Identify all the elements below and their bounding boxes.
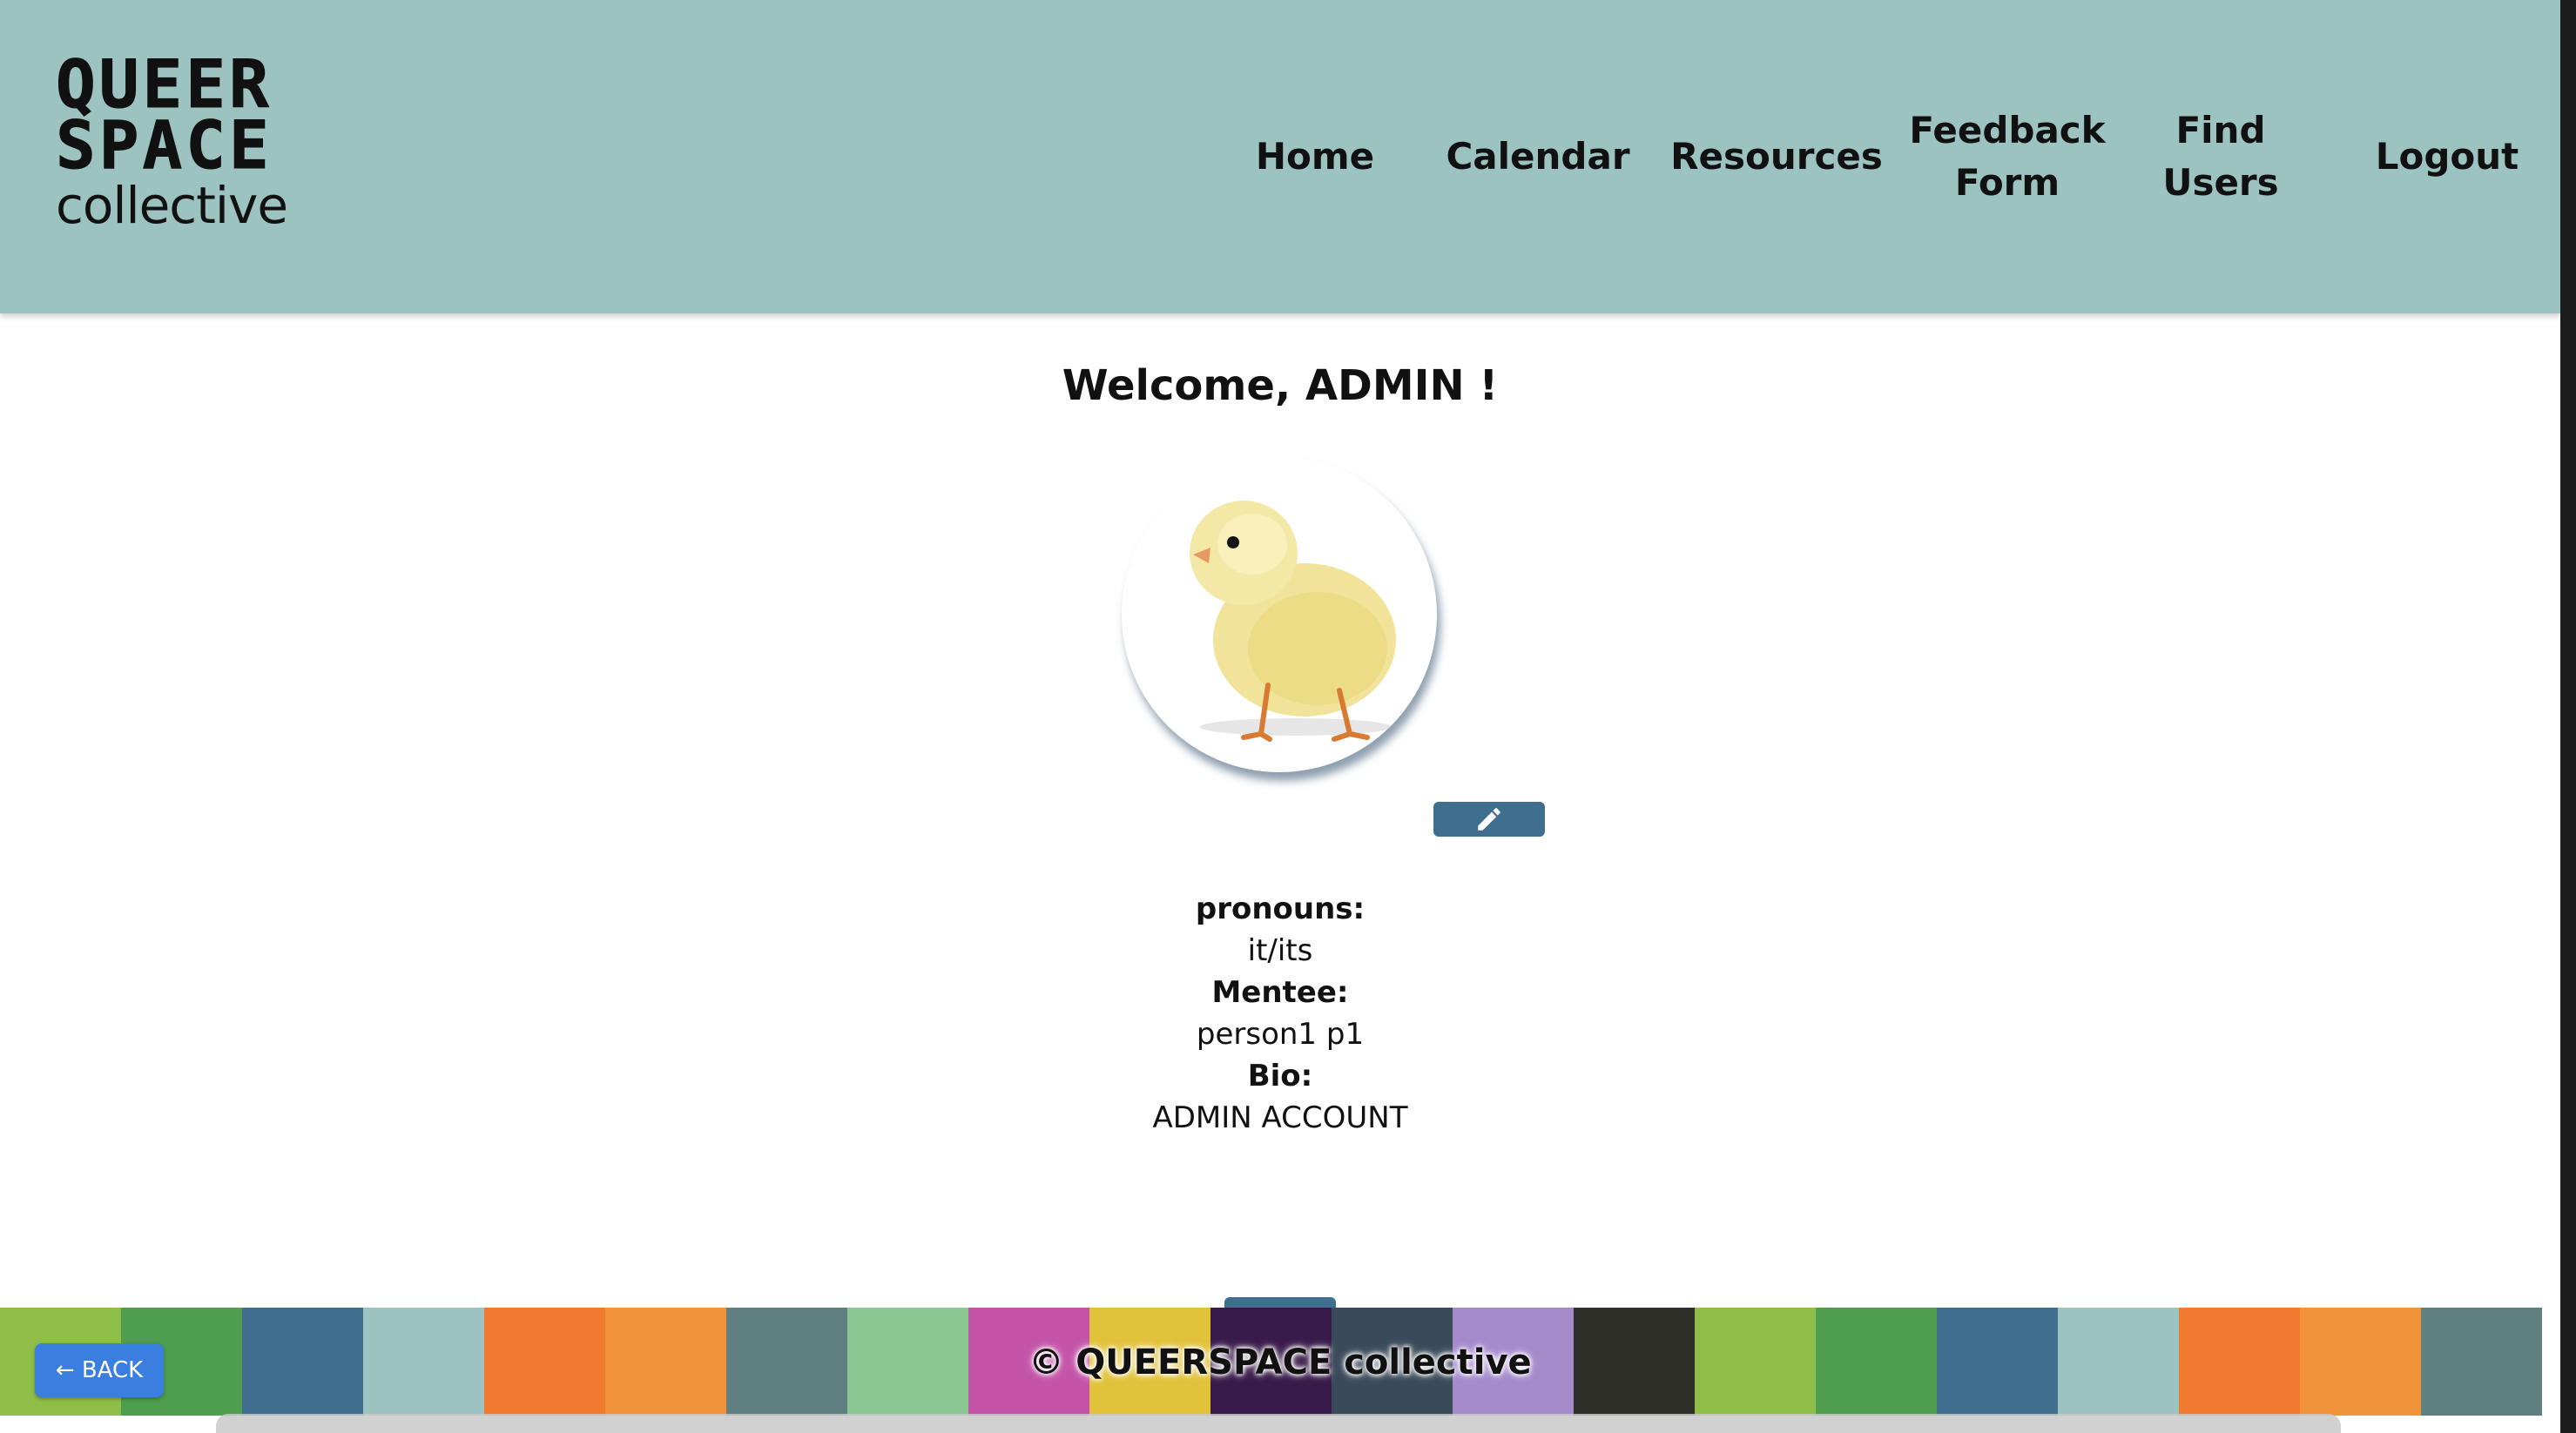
- nav-calendar[interactable]: Calendar: [1446, 0, 1629, 313]
- copyright-text: © QUEERSPACE collective: [1028, 1342, 1532, 1383]
- edit-profile-button[interactable]: [1433, 802, 1545, 837]
- mentee-value: person1 p1: [1196, 1017, 1365, 1052]
- welcome-heading: Welcome, ADMIN !: [1062, 361, 1499, 410]
- pronouns-value: it/its: [1247, 933, 1313, 968]
- queerspace-logo[interactable]: QUEER SPACE collective: [56, 50, 317, 246]
- back-button[interactable]: ← BACK: [35, 1343, 164, 1397]
- nav-find-users[interactable]: Find Users: [2151, 0, 2290, 313]
- logo-line-2: SPACE: [56, 106, 273, 184]
- mentee-label: Mentee:: [1211, 975, 1349, 1010]
- site-header: QUEER SPACE collective Home Calendar Res…: [0, 0, 2560, 313]
- pronouns-label: pronouns:: [1195, 891, 1366, 926]
- nav-logout[interactable]: Logout: [2376, 0, 2519, 313]
- bio-label: Bio:: [1247, 1059, 1313, 1093]
- nav-home[interactable]: Home: [1254, 0, 1376, 313]
- macos-dock: [216, 1414, 2341, 1433]
- nav-resources[interactable]: Resources: [1670, 0, 1883, 313]
- bio-value: ADMIN ACCOUNT: [1152, 1100, 1408, 1135]
- profile-info: pronouns: it/its Mentee: person1 p1 Bio:…: [0, 888, 2560, 1139]
- nav-feedback-form[interactable]: Feedback Form: [1898, 0, 2116, 313]
- main-nav: Home Calendar Resources Feedback Form Fi…: [1219, 0, 2560, 313]
- chick-image: [1190, 501, 1396, 742]
- window-edge: [2560, 0, 2576, 1433]
- pencil-icon: [1478, 808, 1500, 831]
- logo-line-3: collective: [56, 176, 288, 235]
- profile-avatar: [1122, 457, 1437, 772]
